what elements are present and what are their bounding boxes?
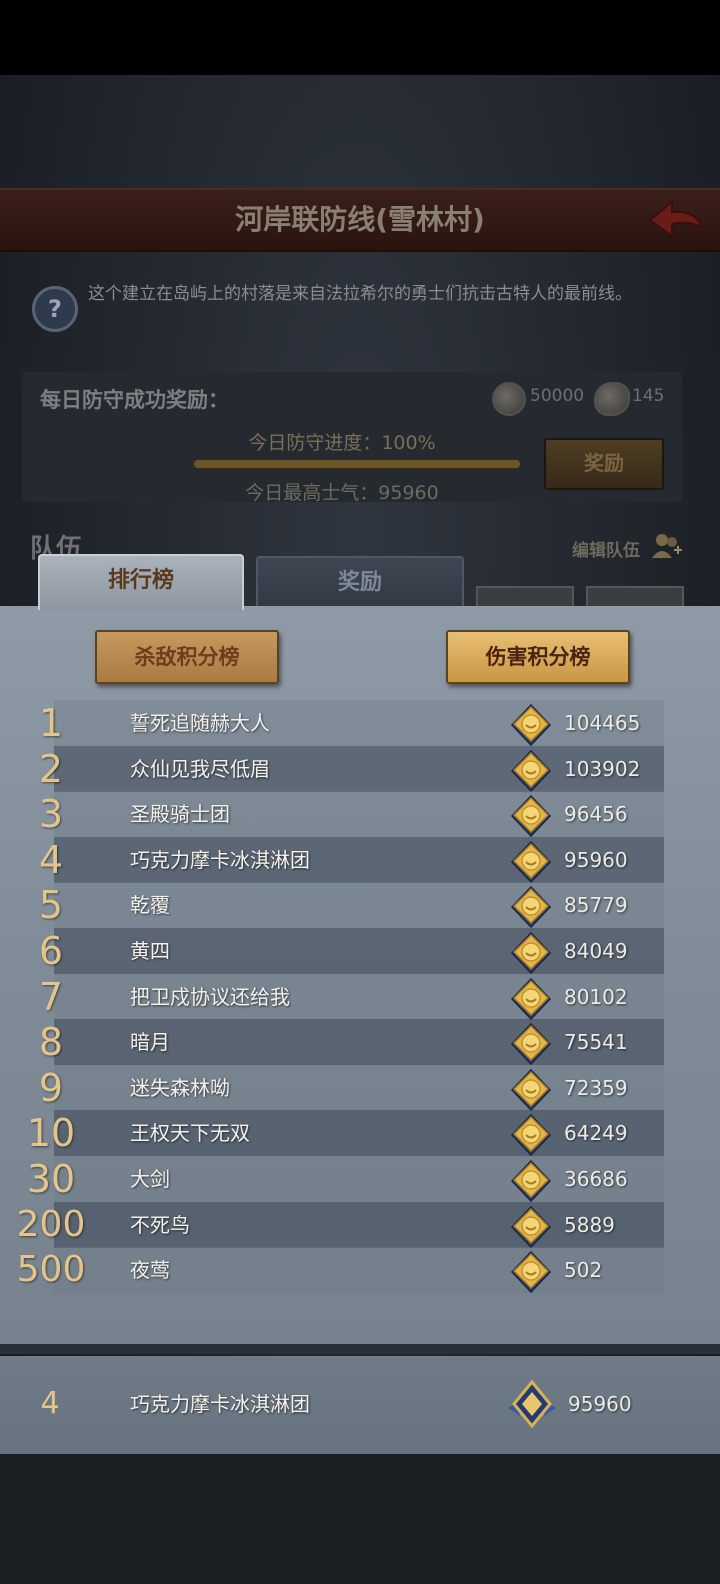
player-name: 黄四 xyxy=(130,939,170,963)
divider xyxy=(0,1344,720,1354)
score-value: 103902 xyxy=(564,756,641,781)
score-value: 96456 xyxy=(564,802,628,827)
help-icon[interactable]: ? xyxy=(32,286,78,332)
gold-medal-icon xyxy=(510,795,552,838)
daily-reward-label: 每日防守成功奖励： xyxy=(40,388,229,412)
score-value: 85779 xyxy=(564,893,628,918)
silver-coin-icon xyxy=(492,382,526,416)
score-value: 5889 xyxy=(564,1212,615,1237)
leaderboard-panel: 杀敌积分榜 伤害积分榜 1 誓死追随赫大人 104465 2 众仙见我尽低眉 103902… xyxy=(0,606,720,1346)
rank-number: 5 xyxy=(38,883,64,928)
score-value: 72359 xyxy=(564,1075,628,1100)
score-value: 104465 xyxy=(564,711,641,735)
rank-number: 1 xyxy=(38,701,64,745)
gold-medal-icon xyxy=(510,703,552,747)
gold-medal-icon xyxy=(510,977,552,1020)
gold-medal-icon xyxy=(510,749,552,792)
rank-number: 9 xyxy=(38,1065,64,1110)
back-arrow-icon[interactable] xyxy=(646,198,706,242)
gold-medal-icon xyxy=(510,1068,552,1111)
leaderboard-row: 3 圣殿骑士团 96456 xyxy=(39,791,664,838)
rank-number: 3 xyxy=(38,792,64,837)
leaderboard-row: 7 把卫戍协议还给我 80102 xyxy=(39,973,664,1020)
reward-button[interactable]: 奖励 xyxy=(544,438,664,490)
leaderboard-row: 8 暗月 75541 xyxy=(39,1019,664,1066)
tab-leaderboard[interactable]: 排行榜 xyxy=(38,554,244,610)
defense-progress-text: 今日防守进度：100% xyxy=(248,432,436,454)
player-name: 大剑 xyxy=(130,1167,170,1191)
self-player-name: 巧克力摩卡冰淇淋团 xyxy=(130,1392,310,1416)
title-bar: 河岸联防线(雪林村) xyxy=(0,188,720,252)
self-score: 95960 xyxy=(568,1392,632,1416)
gold-medal-icon xyxy=(510,840,552,883)
rank-number: 8 xyxy=(38,1020,64,1065)
rank-number: 6 xyxy=(38,929,64,973)
player-name: 众仙见我尽低眉 xyxy=(130,756,270,781)
player-name: 誓死追随赫大人 xyxy=(130,711,270,735)
damage-score-board-button[interactable]: 伤害积分榜 xyxy=(446,630,630,684)
gem-icon xyxy=(594,382,630,416)
self-rank-row: 4 巧克力摩卡冰淇淋团 95960 xyxy=(0,1356,720,1454)
leaderboard-row: 4 巧克力摩卡冰淇淋团 95960 xyxy=(39,836,664,883)
leaderboard-row: 9 迷失森林呦 72359 xyxy=(39,1064,664,1111)
kill-score-board-button[interactable]: 杀敌积分榜 xyxy=(95,630,279,684)
leaderboard-row: 2 众仙见我尽低眉 103902 xyxy=(39,745,664,792)
leaderboard-row: 1 誓死追随赫大人 104465 xyxy=(39,700,664,747)
leaderboard-row: 200 不死鸟 5889 xyxy=(17,1201,664,1248)
score-value: 64249 xyxy=(564,1121,628,1146)
player-name: 圣殿骑士团 xyxy=(130,802,230,827)
gold-medal-icon xyxy=(510,1114,552,1157)
score-value: 80102 xyxy=(564,984,628,1009)
location-description: 这个建立在岛屿上的村落是来自法拉希尔的勇士们抗击古特人的最前线。 xyxy=(88,284,632,304)
player-name: 迷失森林呦 xyxy=(130,1075,230,1100)
rank-number: 4 xyxy=(38,837,64,882)
team-slot[interactable] xyxy=(476,586,574,608)
rank-number: 30 xyxy=(26,1157,76,1201)
self-rank-number: 4 xyxy=(40,1386,60,1421)
score-value: 95960 xyxy=(564,847,628,872)
gold-medal-icon xyxy=(510,1159,552,1203)
player-name: 把卫戍协议还给我 xyxy=(130,984,290,1009)
score-value: 84049 xyxy=(564,939,628,963)
player-name: 暗月 xyxy=(130,1030,170,1055)
rank-number: 500 xyxy=(16,1249,86,1291)
edit-team-button[interactable]: 编辑队伍 xyxy=(572,536,640,561)
player-name: 乾覆 xyxy=(130,893,170,918)
leaderboard-row: 10 王权天下无双 64249 xyxy=(27,1110,664,1157)
tab-reward[interactable]: 奖励 xyxy=(256,556,464,608)
silver-amount: 50000 xyxy=(530,386,585,406)
leaderboard-row: 6 黄四 84049 xyxy=(39,928,664,975)
player-name: 王权天下无双 xyxy=(130,1121,250,1146)
team-slot[interactable] xyxy=(586,586,684,608)
gold-medal-icon xyxy=(510,886,552,929)
leaderboard-row: 5 乾覆 85779 xyxy=(39,882,664,929)
rank-number: 2 xyxy=(38,746,64,791)
page-title: 河岸联防线(雪林村) xyxy=(235,203,485,236)
player-name: 夜莺 xyxy=(130,1258,170,1283)
rank-number: 10 xyxy=(26,1111,76,1156)
gem-amount: 145 xyxy=(632,386,665,406)
rank-number: 200 xyxy=(16,1203,86,1245)
max-morale-text: 今日最高士气：95960 xyxy=(245,482,439,504)
team-members-icon[interactable] xyxy=(652,532,682,560)
status-bar xyxy=(0,0,720,75)
daily-reward-panel: 每日防守成功奖励： 50000 145 今日防守进度：100% 今日最高士气：9… xyxy=(22,372,682,504)
leaderboard-row: 30 大剑 36686 xyxy=(27,1156,664,1203)
gold-medal-icon xyxy=(510,1205,552,1248)
gold-medal-icon xyxy=(510,931,552,975)
leaderboard-row: 500 夜莺 502 xyxy=(17,1247,664,1294)
rank-badge-icon xyxy=(508,1379,556,1429)
score-value: 75541 xyxy=(564,1030,628,1055)
gold-medal-icon xyxy=(510,1251,552,1294)
defense-progress-bar xyxy=(194,460,520,468)
score-value: 36686 xyxy=(564,1167,628,1191)
gold-medal-icon xyxy=(510,1023,552,1066)
rank-number: 7 xyxy=(38,974,64,1019)
player-name: 巧克力摩卡冰淇淋团 xyxy=(130,847,310,872)
score-value: 502 xyxy=(564,1258,603,1283)
player-name: 不死鸟 xyxy=(130,1212,190,1237)
bottom-area xyxy=(0,1454,720,1584)
